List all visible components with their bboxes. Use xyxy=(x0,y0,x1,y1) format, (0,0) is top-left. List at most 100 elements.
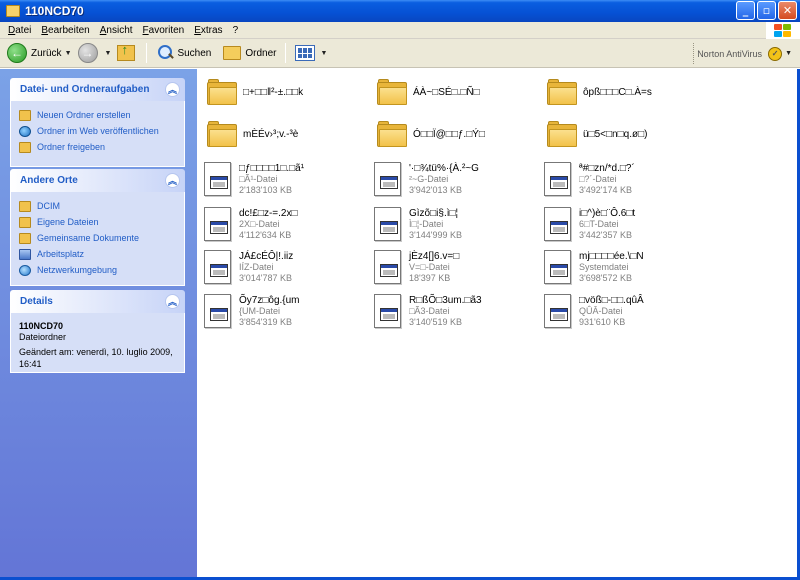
dropdown-arrow-icon[interactable]: ▼ xyxy=(320,50,327,57)
folder-item[interactable]: ü□5<□n□q.ø□) xyxy=(542,114,712,154)
panel-header[interactable]: Datei- und Ordneraufgaben ︽ xyxy=(10,78,185,101)
folder-item[interactable]: ôpß□□□C□.À=s xyxy=(542,72,712,112)
file-name: '·□¾tü%·{À.²~G xyxy=(409,162,479,174)
file-item[interactable]: □ƒ□□□□1□.□ã¹ □Ã¹-Datei 2'183'103 KB xyxy=(202,159,372,199)
task-share-folder[interactable]: Ordner freigeben xyxy=(19,139,184,155)
back-label: Zurück xyxy=(31,47,62,59)
file-size: 3'492'174 KB xyxy=(579,184,632,195)
maximize-button[interactable]: ▫ xyxy=(757,1,776,20)
file-item[interactable]: JÁ£cÉÔ|!.iiz IÍZ-Datei 3'014'787 KB xyxy=(202,247,372,287)
menu-help[interactable]: ? xyxy=(228,25,244,36)
forward-arrow-icon: → xyxy=(77,43,98,63)
folder-icon xyxy=(377,121,407,147)
system-file-icon xyxy=(202,293,233,329)
file-size: 3'144'999 KB xyxy=(409,229,462,240)
place-shared-documents[interactable]: Gemeinsame Dokumente xyxy=(19,230,184,246)
file-item[interactable]: Gìzõ□i§.ì□¦ Ì□¦-Datei 3'144'999 KB xyxy=(372,204,542,244)
file-list-view[interactable]: □+□□‖²-±.□□k ÁÀ~□SÉ□.□Ñ□ ôpß□□□C□.À=s mÈ… xyxy=(197,69,800,580)
toolbar-separator xyxy=(146,43,148,63)
file-name: Gìzõ□i§.ì□¦ xyxy=(409,207,459,219)
file-size: 3'854'319 KB xyxy=(239,316,292,327)
folder-item[interactable]: □+□□‖²-±.□□k xyxy=(202,72,372,112)
folder-up-icon xyxy=(117,42,136,61)
menu-bearbeiten[interactable]: Bearbeiten xyxy=(36,25,94,36)
place-my-computer[interactable]: Arbeitsplatz xyxy=(19,246,184,262)
system-file-icon xyxy=(372,161,403,197)
norton-antivirus-button[interactable]: Norton AntiVirus ✓ ▼ xyxy=(697,39,792,68)
file-name: JÁ£cÉÔ|!.iiz xyxy=(239,250,294,262)
views-icon xyxy=(295,45,316,61)
share-folder-icon xyxy=(19,141,31,153)
views-button[interactable]: ▼ xyxy=(292,41,330,65)
search-icon xyxy=(156,44,174,62)
file-size: 3'442'357 KB xyxy=(579,229,632,240)
toolbar-gripper[interactable] xyxy=(693,43,695,64)
place-my-documents[interactable]: Eigene Dateien xyxy=(19,214,184,230)
place-network[interactable]: Netzwerkumgebung xyxy=(19,262,184,278)
file-name: R□ßÕ□3um.□ã3 xyxy=(409,294,482,306)
panel-header[interactable]: Andere Orte ︽ xyxy=(10,169,185,192)
task-publish-web[interactable]: Ordner im Web veröffentlichen xyxy=(19,123,184,139)
dropdown-arrow-icon[interactable]: ▼ xyxy=(785,50,792,57)
close-button[interactable]: ✕ xyxy=(778,1,797,20)
menu-extras[interactable]: Extras xyxy=(189,25,227,36)
place-label: Eigene Dateien xyxy=(37,217,99,227)
file-item[interactable]: jÈz4[]6.v=□ V=□-Datei 18'397 KB xyxy=(372,247,542,287)
file-item[interactable]: i□^)è□¨Ô.6□t 6□T-Datei 3'442'357 KB xyxy=(542,204,712,244)
file-item[interactable]: ª#□zn/*d.□?´ □?´-Datei 3'492'174 KB xyxy=(542,159,712,199)
window-controls: _ ▫ ✕ xyxy=(736,1,797,20)
file-item[interactable]: R□ßÕ□3um.□ã3 □Ã3-Datei 3'140'519 KB xyxy=(372,291,542,331)
file-item[interactable]: □vöß□-□□.qûÂ QÛÂ-Datei 931'610 KB xyxy=(542,291,712,331)
folder-icon xyxy=(207,79,237,105)
window-title: 110NCD70 xyxy=(25,4,84,18)
folder-name: mÈÉv›³;v.-³è xyxy=(243,128,299,140)
system-file-icon xyxy=(542,161,573,197)
system-file-icon xyxy=(542,249,573,285)
file-item[interactable]: '·□¾tü%·{À.²~G ²~G-Datei 3'942'013 KB xyxy=(372,159,542,199)
folder-name: ÁÀ~□SÉ□.□Ñ□ xyxy=(413,86,480,98)
other-places-panel: Andere Orte ︽ DCIM Eigene Dateien Gemein… xyxy=(10,169,185,286)
menu-favoriten[interactable]: Favoriten xyxy=(138,25,190,36)
file-type: Systemdatei xyxy=(579,261,629,272)
collapse-chevron-icon[interactable]: ︽ xyxy=(165,173,180,188)
menu-bar: Datei Bearbeiten Ansicht Favoriten Extra… xyxy=(0,22,800,39)
details-name: 110NCD70 xyxy=(19,321,64,331)
folders-button[interactable]: Ordner xyxy=(220,41,279,65)
back-button[interactable]: ← Zurück ▼ xyxy=(4,41,75,65)
file-type: QÛÂ-Datei xyxy=(579,305,623,316)
task-label: Ordner freigeben xyxy=(37,142,106,152)
dropdown-arrow-icon[interactable]: ▼ xyxy=(105,50,112,57)
collapse-chevron-icon[interactable]: ︽ xyxy=(165,82,180,97)
panel-header[interactable]: Details ︽ xyxy=(10,290,185,313)
task-new-folder[interactable]: Neuen Ordner erstellen xyxy=(19,107,184,123)
search-button[interactable]: Suchen xyxy=(153,41,214,65)
folder-icon xyxy=(547,79,577,105)
file-item[interactable]: mj□□□□ée.\□N Systemdatei 3'698'572 KB xyxy=(542,247,712,287)
folder-item[interactable]: mÈÉv›³;v.-³è xyxy=(202,114,372,154)
forward-button[interactable]: → ▼ xyxy=(75,41,115,65)
folder-icon xyxy=(547,121,577,147)
file-name: jÈz4[]6.v=□ xyxy=(409,250,460,262)
folder-icon xyxy=(377,79,407,105)
folder-item[interactable]: Ó□□Ï@□□ƒ.□Ý□ xyxy=(372,114,542,154)
panel-body: DCIM Eigene Dateien Gemeinsame Dokumente… xyxy=(10,192,185,286)
search-label: Suchen xyxy=(177,47,212,59)
file-name: □vöß□-□□.qûÂ xyxy=(579,294,644,306)
menu-ansicht[interactable]: Ansicht xyxy=(95,25,138,36)
title-bar[interactable]: 110NCD70 _ ▫ ✕ xyxy=(0,0,800,22)
file-type: 2X□-Datei xyxy=(239,218,280,229)
file-type: Ì□¦-Datei xyxy=(409,218,444,229)
file-item[interactable]: dc!£□z-=.2x□ 2X□-Datei 4'112'634 KB xyxy=(202,204,372,244)
place-dcim[interactable]: DCIM xyxy=(19,198,184,214)
dropdown-arrow-icon[interactable]: ▼ xyxy=(65,50,72,57)
network-icon xyxy=(19,264,31,276)
up-button[interactable] xyxy=(114,41,140,65)
file-type: V=□-Datei xyxy=(409,261,450,272)
system-file-icon xyxy=(542,206,573,242)
collapse-chevron-icon[interactable]: ︽ xyxy=(165,294,180,309)
minimize-button[interactable]: _ xyxy=(736,1,755,20)
file-item[interactable]: Õy7z□ôg.{um {UM-Datei 3'854'319 KB xyxy=(202,291,372,331)
menu-datei[interactable]: Datei xyxy=(3,25,36,36)
folder-item[interactable]: ÁÀ~□SÉ□.□Ñ□ xyxy=(372,72,542,112)
file-type: 6□T-Datei xyxy=(579,218,619,229)
